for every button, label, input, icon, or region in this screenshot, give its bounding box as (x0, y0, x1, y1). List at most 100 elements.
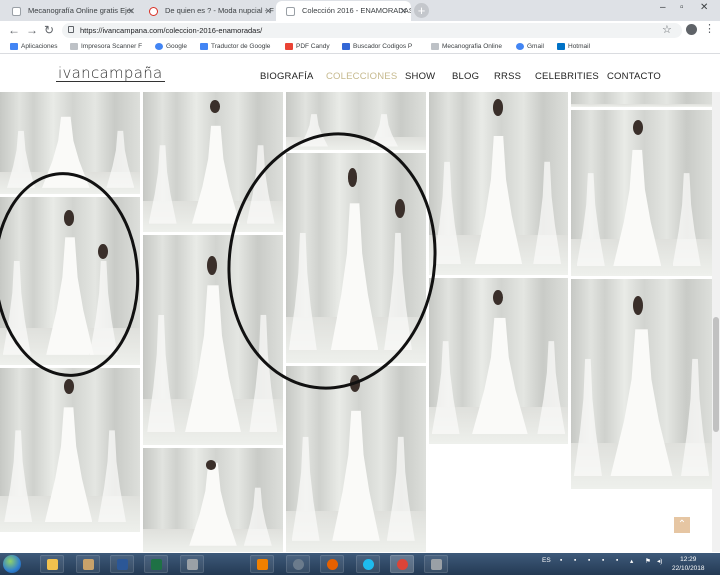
nav-show[interactable]: SHOW (405, 71, 435, 82)
taskbar-chrome[interactable] (390, 555, 414, 573)
volume-icon[interactable]: ◂) (657, 557, 662, 565)
photo-gallery (0, 92, 720, 552)
taskbar-ie[interactable] (356, 555, 380, 573)
clock-time: 12:29 (680, 556, 697, 563)
account-avatar-icon[interactable] (686, 24, 697, 35)
bookmark-pdf-candy[interactable]: PDF Candy (285, 40, 330, 53)
system-clock[interactable]: 12:29 22/10/2018 (672, 555, 705, 573)
search-puzzle-icon (342, 43, 350, 50)
gallery-photo[interactable] (429, 92, 568, 275)
nav-colecciones[interactable]: COLECCIONES (326, 71, 397, 82)
tab-title: Mecanografía Online gratis Ejer (28, 6, 134, 15)
new-tab-button[interactable]: + (414, 3, 429, 18)
taskbar-explorer[interactable] (40, 555, 64, 573)
tray-icon[interactable]: ▪ (574, 557, 576, 564)
bookmark-traductor[interactable]: Traductor de Google (200, 40, 270, 53)
taskbar-app[interactable] (76, 555, 100, 573)
taskbar-word[interactable] (110, 555, 134, 573)
bookmark-impresora[interactable]: Impresora Scanner F (70, 40, 142, 53)
gallery-photo[interactable] (0, 197, 140, 365)
site-header: ivancampaña BIOGRAFÍA COLECCIONES SHOW B… (0, 55, 720, 92)
media-icon (293, 559, 304, 570)
url-text: https://ivancampana.com/coleccion-2016-e… (80, 26, 263, 35)
explorer-icon (47, 559, 58, 570)
back-arrow-icon[interactable]: ← (8, 23, 20, 37)
bookmark-star-icon[interactable]: ☆ (662, 23, 672, 37)
reload-icon[interactable]: ↻ (44, 23, 54, 37)
window-close-icon[interactable]: ✕ (700, 2, 708, 13)
tab-title: De quien es ? - Moda nupcial - F (165, 6, 274, 15)
address-bar[interactable]: https://ivancampana.com/coleccion-2016-e… (62, 23, 682, 38)
apps-grid-icon (10, 43, 18, 50)
taskbar-firefox[interactable] (320, 555, 344, 573)
scrollbar-thumb[interactable] (713, 317, 719, 432)
bookmark-buscador-codigos[interactable]: Buscador Codigos P (342, 40, 412, 53)
nav-contacto[interactable]: CONTACTO (607, 71, 661, 82)
tray-icon[interactable]: ▪ (588, 557, 590, 564)
nav-biografia[interactable]: BIOGRAFÍA (260, 71, 314, 82)
bookmarks-bar: Aplicaciones Impresora Scanner F Google … (0, 40, 720, 54)
gallery-photo[interactable] (571, 110, 712, 276)
gallery-photo[interactable] (571, 92, 712, 107)
bookmark-hotmail[interactable]: Hotmail (557, 40, 590, 53)
start-button[interactable] (3, 555, 21, 573)
firefox-icon (327, 559, 338, 570)
gallery-photo[interactable] (286, 366, 426, 552)
tab-coleccion-2016[interactable]: Colección 2016 - ENAMORADAS ✕ (276, 1, 411, 21)
google-icon (516, 43, 524, 50)
close-icon[interactable]: ✕ (264, 1, 272, 21)
taskbar-app[interactable] (424, 555, 448, 573)
taskbar-app[interactable] (180, 555, 204, 573)
heart-icon (149, 7, 158, 16)
ie-icon (363, 559, 374, 570)
taskbar-media[interactable] (286, 555, 310, 573)
chevron-up-icon: ⌃ (677, 519, 687, 530)
bookmark-aplicaciones[interactable]: Aplicaciones (10, 40, 58, 53)
site-logo[interactable]: ivancampaña (56, 65, 165, 82)
tab-strip: Mecanografía Online gratis Ejer ✕ De qui… (0, 0, 720, 21)
flag-icon[interactable]: ⚑ (645, 557, 651, 565)
windows-taskbar: ES ▪ ▪ ▪ ▪ ▪ ▴ ⚑ ◂) 12:29 22/10/2018 (0, 553, 720, 575)
app-icon (187, 559, 198, 570)
nav-rrss[interactable]: RRSS (494, 71, 521, 82)
chrome-icon (397, 559, 408, 570)
taskbar-vlc[interactable] (250, 555, 274, 573)
close-icon[interactable]: ✕ (127, 1, 135, 21)
taskbar-excel[interactable] (144, 555, 168, 573)
forward-arrow-icon[interactable]: → (26, 23, 38, 37)
browser-toolbar: ← → ↻ https://ivancampana.com/coleccion-… (0, 21, 720, 40)
outlook-icon (557, 43, 565, 50)
language-indicator[interactable]: ES (542, 557, 551, 564)
nav-celebrities[interactable]: CELEBRITIES (535, 71, 599, 82)
gallery-photo[interactable] (0, 92, 140, 194)
tab-title: Colección 2016 - ENAMORADAS (302, 6, 411, 15)
gallery-photo[interactable] (286, 153, 426, 363)
page-icon (286, 7, 295, 16)
tray-icon[interactable]: ▪ (602, 557, 604, 564)
gallery-photo[interactable] (0, 368, 140, 532)
chrome-menu-icon[interactable]: ⋮ (704, 22, 715, 35)
gallery-photo[interactable] (143, 92, 283, 232)
nav-blog[interactable]: BLOG (452, 71, 479, 82)
gallery-photo[interactable] (429, 278, 568, 444)
minimize-icon[interactable]: – (660, 2, 666, 13)
bookmark-mecanografia[interactable]: Mecanografia Online (431, 40, 502, 53)
close-icon[interactable]: ✕ (399, 1, 407, 21)
gallery-photo[interactable] (143, 448, 283, 552)
back-to-top-button[interactable]: ⌃ (674, 517, 690, 533)
tab-mecanografia[interactable]: Mecanografía Online gratis Ejer ✕ (2, 1, 139, 21)
gallery-photo[interactable] (571, 279, 712, 489)
maximize-icon[interactable]: ▫ (680, 2, 684, 13)
excel-icon (151, 559, 162, 570)
network-icon[interactable]: ▴ (630, 557, 633, 565)
bookmark-google[interactable]: Google (155, 40, 187, 53)
page-scrollbar[interactable] (712, 92, 720, 552)
lock-icon (68, 26, 74, 33)
tray-icon[interactable]: ▪ (616, 557, 618, 564)
tray-icon[interactable]: ▪ (560, 557, 562, 564)
gallery-photo[interactable] (143, 235, 283, 445)
gallery-photo[interactable] (286, 92, 426, 150)
bookmark-gmail[interactable]: Gmail (516, 40, 544, 53)
tab-de-quien-es[interactable]: De quien es ? - Moda nupcial - F ✕ (139, 1, 276, 21)
vlc-icon (257, 559, 268, 570)
